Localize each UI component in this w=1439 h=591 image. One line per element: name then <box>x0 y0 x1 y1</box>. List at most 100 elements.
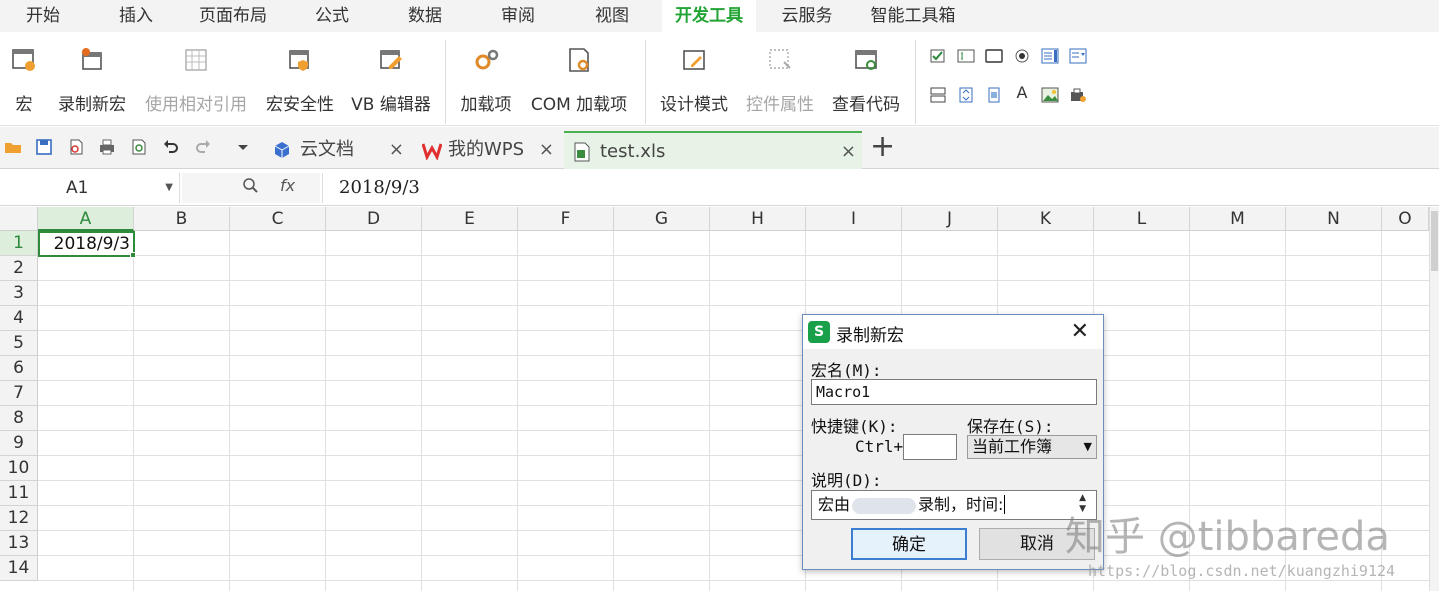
column-header-l[interactable]: L <box>1094 207 1190 231</box>
shield-icon <box>289 50 309 71</box>
tab-cloud-docs[interactable]: 云文档 × <box>264 131 410 169</box>
row-header-13[interactable]: 13 <box>0 531 38 556</box>
checkbox-control-icon[interactable] <box>929 48 947 64</box>
listbox-control-icon[interactable] <box>1041 48 1059 64</box>
radio-control-icon[interactable] <box>1013 48 1031 64</box>
document-tab-bar: 云文档 × 我的WPS × test.xls × + <box>0 127 1439 169</box>
gears-icon <box>475 49 499 70</box>
column-header-k[interactable]: K <box>998 207 1094 231</box>
macro-button[interactable]: 宏 <box>6 40 42 120</box>
column-header-h[interactable]: H <box>710 207 806 231</box>
cube-icon <box>274 142 290 158</box>
save-icon[interactable] <box>35 138 53 156</box>
dialog-title-bar: S 录制新宏 ✕ <box>803 315 1103 349</box>
tab-my-wps[interactable]: 我的WPS × <box>414 131 560 169</box>
spin-control-icon[interactable] <box>957 87 975 103</box>
shortcut-key-input[interactable] <box>903 434 957 460</box>
column-header-f[interactable]: F <box>518 207 614 231</box>
tab-cloud-services[interactable]: 云服务 <box>770 0 844 32</box>
close-icon[interactable]: × <box>389 131 404 169</box>
more-controls-icon[interactable] <box>1069 87 1087 103</box>
frame-control-icon[interactable] <box>985 48 1003 64</box>
wps-spreadsheet-icon: S <box>808 321 830 343</box>
row-header-2[interactable]: 2 <box>0 256 38 281</box>
row-header-12[interactable]: 12 <box>0 506 38 531</box>
column-header-m[interactable]: M <box>1190 207 1286 231</box>
zoom-icon[interactable] <box>242 177 258 193</box>
new-tab-button[interactable]: + <box>870 129 895 165</box>
open-folder-icon[interactable] <box>4 138 22 156</box>
close-icon[interactable]: × <box>539 131 554 169</box>
control-properties-button[interactable]: 控件属性 <box>742 40 818 120</box>
com-addins-button[interactable]: COM 加载项 <box>524 40 634 120</box>
row-header-11[interactable]: 11 <box>0 481 38 506</box>
fill-handle[interactable] <box>130 252 136 258</box>
export-pdf-icon[interactable] <box>67 138 85 156</box>
column-header-j[interactable]: J <box>902 207 998 231</box>
cell-a1[interactable]: 2018/9/3 <box>38 231 135 257</box>
tab-view[interactable]: 视图 <box>576 0 648 32</box>
row-header-1[interactable]: 1 <box>0 231 38 256</box>
column-header-c[interactable]: C <box>230 207 326 231</box>
save-in-select[interactable]: 当前工作簿 ▼ <box>967 435 1097 459</box>
chevron-down-icon[interactable] <box>234 138 252 156</box>
formula-bar: A1 ▼ fx 2018/9/3 <box>0 170 1439 206</box>
description-input[interactable]: 宏由录制，时间:​ ▲▼ <box>811 490 1097 520</box>
scrollbar-control-icon[interactable] <box>985 87 1003 103</box>
vb-editor-button[interactable]: VB 编辑器 <box>348 40 434 120</box>
ribbon-separator <box>915 40 916 124</box>
tab-data[interactable]: 数据 <box>390 0 460 32</box>
macro-name-input[interactable]: Macro1 <box>811 379 1097 405</box>
redo-icon[interactable] <box>194 138 212 156</box>
tab-insert[interactable]: 插入 <box>96 0 176 32</box>
label-control-icon[interactable]: A <box>1013 85 1031 101</box>
select-all-corner[interactable] <box>0 207 38 231</box>
view-code-button[interactable]: 查看代码 <box>828 40 904 120</box>
column-header-i[interactable]: I <box>806 207 902 231</box>
addins-button[interactable]: 加载项 <box>456 40 516 120</box>
record-macro-button[interactable]: 录制新宏 <box>54 40 130 120</box>
row-header-6[interactable]: 6 <box>0 356 38 381</box>
insert-function-button[interactable]: fx <box>280 176 295 195</box>
close-icon[interactable]: ✕ <box>1071 319 1089 344</box>
name-box[interactable]: A1 ▼ <box>0 173 180 203</box>
design-mode-button[interactable]: 设计模式 <box>656 40 732 120</box>
chevron-down-icon[interactable]: ▼ <box>165 173 173 203</box>
scrollbar-thumb[interactable] <box>1431 211 1438 271</box>
tab-review[interactable]: 审阅 <box>482 0 554 32</box>
column-header-b[interactable]: B <box>134 207 230 231</box>
csdn-watermark: https://blog.csdn.net/kuangzhi9124 <box>1088 562 1396 580</box>
tab-home[interactable]: 开始 <box>0 0 86 32</box>
button-control-icon[interactable] <box>929 87 947 103</box>
tab-developer[interactable]: 开发工具 <box>662 0 756 32</box>
ok-button[interactable]: 确定 <box>851 528 967 560</box>
row-header-5[interactable]: 5 <box>0 331 38 356</box>
column-header-e[interactable]: E <box>422 207 518 231</box>
formula-input[interactable]: 2018/9/3 <box>322 173 1439 203</box>
row-header-10[interactable]: 10 <box>0 456 38 481</box>
undo-icon[interactable] <box>162 138 180 156</box>
tab-test-xls[interactable]: test.xls × <box>564 131 862 169</box>
print-icon[interactable] <box>98 138 116 156</box>
close-icon[interactable]: × <box>841 133 856 171</box>
row-header-14[interactable]: 14 <box>0 556 38 581</box>
image-control-icon[interactable] <box>1041 87 1059 103</box>
tab-formulas[interactable]: 公式 <box>296 0 368 32</box>
column-header-o[interactable]: O <box>1382 207 1429 231</box>
column-header-d[interactable]: D <box>326 207 422 231</box>
row-header-8[interactable]: 8 <box>0 406 38 431</box>
row-header-3[interactable]: 3 <box>0 281 38 306</box>
column-header-g[interactable]: G <box>614 207 710 231</box>
row-header-4[interactable]: 4 <box>0 306 38 331</box>
macro-security-button[interactable]: 宏安全性 <box>262 40 338 120</box>
row-header-9[interactable]: 9 <box>0 431 38 456</box>
tab-smart-toolbox[interactable]: 智能工具箱 <box>858 0 968 32</box>
relative-reference-button[interactable]: 使用相对引用 <box>140 40 252 120</box>
column-header-n[interactable]: N <box>1286 207 1382 231</box>
textfield-control-icon[interactable] <box>957 48 975 64</box>
row-header-7[interactable]: 7 <box>0 381 38 406</box>
combobox-control-icon[interactable] <box>1069 48 1087 64</box>
column-header-a[interactable]: A <box>38 207 134 231</box>
tab-page-layout[interactable]: 页面布局 <box>186 0 280 32</box>
print-preview-icon[interactable] <box>130 138 148 156</box>
